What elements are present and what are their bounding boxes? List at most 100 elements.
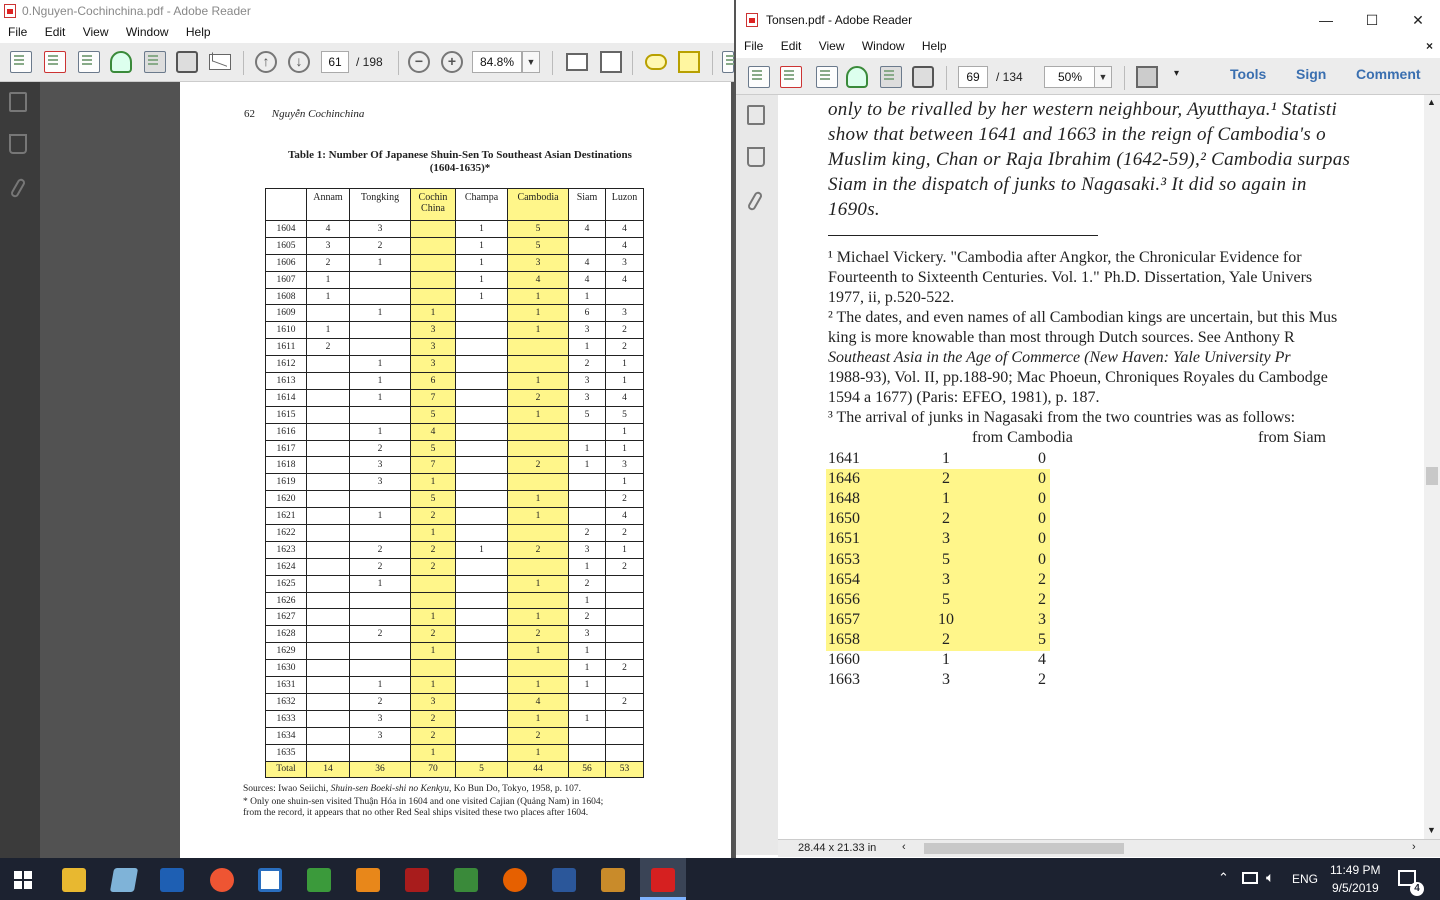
firefox-icon[interactable] — [503, 868, 527, 892]
print-icon[interactable] — [912, 66, 934, 88]
zoom-dropdown-icon[interactable]: ▼ — [1094, 66, 1112, 88]
horizontal-scroll-thumb[interactable] — [924, 843, 1124, 854]
table-row: 1604 4 3 1 5 4 4 — [265, 220, 644, 238]
menu-help[interactable]: Help — [186, 25, 211, 39]
scroll-left-icon[interactable]: ‹ — [902, 841, 906, 853]
table-cell: 2 — [605, 321, 644, 340]
print-icon[interactable] — [176, 51, 198, 73]
show-hidden-icons-icon[interactable]: ⌃ — [1218, 870, 1229, 886]
close-document-icon[interactable]: × — [1426, 39, 1433, 53]
spreadsheet-icon[interactable] — [454, 868, 478, 892]
table-cell: 2 — [605, 692, 644, 711]
menu-window[interactable]: Window — [126, 25, 169, 39]
zoom-in-icon[interactable]: + — [441, 51, 463, 73]
table-cell — [410, 574, 456, 593]
zoom-dropdown-icon[interactable]: ▼ — [522, 51, 540, 73]
file-explorer-icon[interactable] — [62, 868, 86, 892]
sign-link[interactable]: Sign — [1296, 66, 1326, 82]
attachments-icon[interactable] — [746, 190, 764, 212]
fit-page-icon[interactable] — [600, 51, 622, 73]
junk-year-cell: 1658 — [828, 630, 860, 648]
right-vertical-scrollbar[interactable]: ▲ ▼ — [1424, 95, 1440, 839]
junk-siam-cell: 0 — [1038, 510, 1046, 528]
page-thumbnails-icon[interactable] — [747, 105, 765, 125]
volume-icon[interactable]: 🔈︎ — [1266, 869, 1274, 886]
menu-window[interactable]: Window — [862, 39, 905, 53]
vertical-scroll-thumb[interactable] — [1426, 467, 1438, 485]
sublime-text-icon[interactable] — [356, 868, 380, 892]
bookmarks-icon[interactable] — [747, 147, 765, 167]
upload-cloud-icon[interactable] — [110, 51, 132, 73]
clock-date[interactable]: 9/5/2019 — [1332, 881, 1379, 895]
table-cell — [306, 388, 350, 407]
left-document-background — [40, 82, 180, 858]
page-thumbnails-icon[interactable] — [9, 92, 27, 112]
export-pdf-icon[interactable] — [44, 51, 66, 73]
powershell-icon[interactable] — [160, 868, 184, 892]
menu-edit[interactable]: Edit — [781, 39, 802, 53]
word-icon[interactable] — [552, 868, 576, 892]
menu-help[interactable]: Help — [922, 39, 947, 53]
page-number-input[interactable] — [321, 51, 349, 73]
maximize-icon[interactable]: ☐ — [1357, 10, 1387, 30]
comment-link[interactable]: Comment — [1356, 66, 1421, 82]
library-icon[interactable] — [601, 868, 625, 892]
create-pdf-icon[interactable] — [748, 66, 770, 88]
email-icon[interactable] — [209, 54, 231, 70]
junk-siam-cell: 3 — [1038, 610, 1046, 628]
pycharm-icon[interactable] — [307, 868, 331, 892]
attachments-icon[interactable] — [9, 177, 27, 199]
fit-width-icon[interactable] — [566, 53, 588, 71]
more-tools-icon[interactable] — [722, 51, 736, 73]
page-number: 62 — [244, 108, 255, 120]
right-title-bar[interactable]: Tonsen.pdf - Adobe Reader — ☐ ✕ — [736, 0, 1440, 38]
scroll-down-icon[interactable]: ▼ — [1427, 825, 1436, 835]
next-page-icon[interactable]: ↓ — [288, 51, 310, 73]
zoom-level-input[interactable] — [472, 51, 522, 73]
upload-cloud-icon[interactable] — [846, 66, 868, 88]
language-indicator[interactable]: ENG — [1292, 872, 1318, 886]
left-title-bar[interactable]: 0.Nguyen-Cochinchina.pdf - Adobe Reader — [0, 0, 734, 22]
table-cell — [605, 625, 644, 644]
edit-pdf-icon[interactable] — [816, 66, 838, 88]
edit-pdf-icon[interactable] — [78, 51, 100, 73]
adobe-reader-icon[interactable] — [651, 868, 675, 892]
table-cell: 3 — [568, 321, 606, 340]
menu-edit[interactable]: Edit — [45, 25, 66, 39]
minimize-icon[interactable]: — — [1311, 10, 1341, 30]
comment-icon[interactable] — [645, 54, 667, 70]
export-pdf-icon[interactable] — [780, 66, 802, 88]
zoom-out-icon[interactable]: − — [408, 51, 430, 73]
table-row: 1606 2 1 1 3 4 3 — [265, 253, 644, 272]
previous-page-icon[interactable]: ↑ — [255, 51, 277, 73]
save-icon[interactable] — [880, 66, 902, 88]
window-app-icon[interactable] — [258, 868, 282, 892]
network-icon[interactable] — [1242, 872, 1258, 884]
start-icon[interactable] — [14, 871, 32, 889]
menu-file[interactable]: File — [744, 39, 763, 53]
save-icon[interactable] — [144, 51, 166, 73]
media-app-icon[interactable] — [210, 868, 234, 892]
zoom-level-input[interactable] — [1044, 66, 1096, 88]
read-mode-icon[interactable] — [1136, 66, 1158, 88]
clock-time[interactable]: 11:49 PM — [1330, 863, 1380, 877]
acrobat-icon[interactable] — [405, 868, 429, 892]
menu-file[interactable]: File — [8, 25, 27, 39]
tools-link[interactable]: Tools — [1230, 66, 1266, 82]
menu-view[interactable]: View — [83, 25, 109, 39]
close-icon[interactable]: ✕ — [1403, 10, 1433, 30]
right-menu-bar: File Edit View Window Help × — [736, 38, 1440, 58]
create-pdf-icon[interactable] — [10, 51, 32, 73]
highlight-pen-icon[interactable] — [678, 51, 700, 73]
scroll-right-icon[interactable]: › — [1412, 841, 1416, 853]
footnote-line: king is more knowable than most through … — [828, 329, 1295, 346]
bookmarks-icon[interactable] — [9, 134, 27, 154]
page-number-input[interactable] — [958, 66, 988, 88]
customize-toolbar-icon[interactable]: ▾ — [1174, 68, 1179, 79]
menu-view[interactable]: View — [819, 39, 845, 53]
notepad-icon[interactable] — [109, 868, 139, 892]
table-cell: 2 — [349, 439, 411, 458]
scroll-up-icon[interactable]: ▲ — [1427, 97, 1436, 107]
junk-siam-cell: 0 — [1038, 490, 1046, 508]
table-cell — [349, 270, 411, 289]
